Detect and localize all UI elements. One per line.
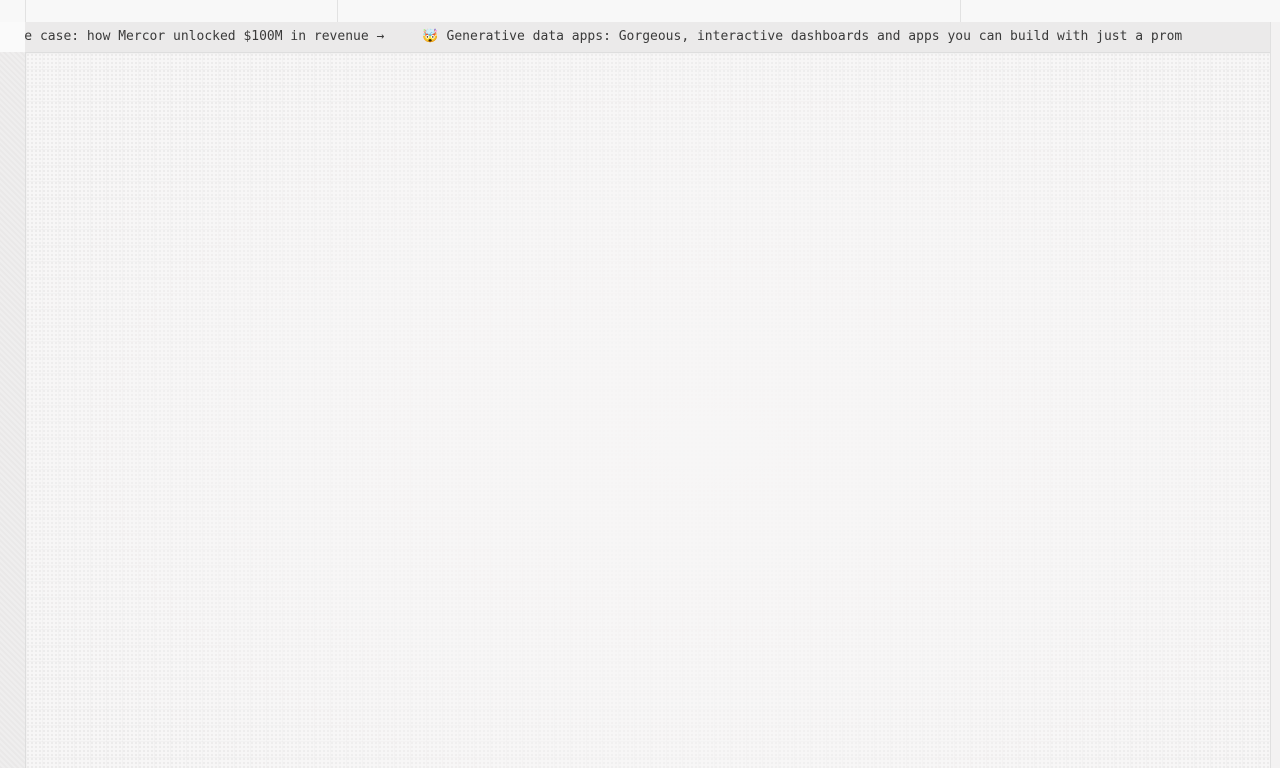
page: s use case: how Mercor unlocked $100M in…: [0, 0, 1280, 768]
canvas-fade: [26, 53, 1271, 768]
right-edge: [1270, 22, 1280, 768]
left-rail-cap: [0, 22, 25, 52]
top-bar-divider: [25, 0, 26, 22]
ticker-item-mercor[interactable]: s use case: how Mercor unlocked $100M in…: [25, 22, 384, 52]
top-bar: [0, 0, 1280, 23]
dotted-canvas: [26, 53, 1271, 768]
ticker-track: s use case: how Mercor unlocked $100M in…: [25, 22, 1182, 52]
exploding-head-icon: 🤯: [422, 29, 439, 44]
ticker-item-generative-data-apps[interactable]: Generative data apps: Gorgeous, interact…: [447, 22, 1183, 52]
top-bar-divider: [337, 0, 338, 22]
left-rail: [0, 22, 26, 768]
announcement-ticker[interactable]: s use case: how Mercor unlocked $100M in…: [25, 22, 1271, 53]
top-bar-divider: [960, 0, 961, 22]
